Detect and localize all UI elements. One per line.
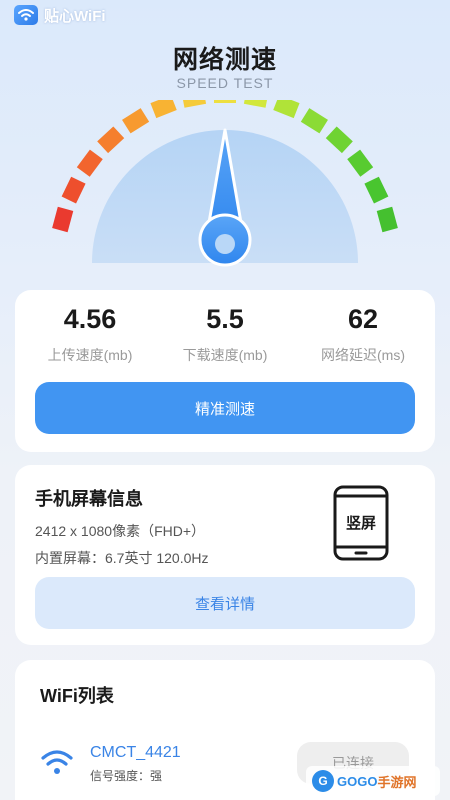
gauge-segment [347,149,374,177]
latency-stat: 62 网络延迟(ms) [293,304,433,365]
orientation-label: 竖屏 [346,514,376,532]
download-speed-value: 5.5 [206,304,244,334]
gauge-segment [150,100,177,119]
gauge-segment [214,100,236,103]
page-subtitle: SPEED TEST [176,75,274,91]
wifi-ssid: CMCT_4421 [90,744,181,761]
screen-size: 内置屏幕：6.7英寸 120.0Hz [35,550,209,566]
watermark-text-cn: 手游网 [377,774,417,790]
gauge-segment [325,126,353,154]
speed-result-card: 4.56 上传速度(mb) 5.5 下载速度(mb) 62 网络延迟(ms) 精… [15,290,435,452]
wifi-signal-strength: 信号强度：强 [90,769,163,783]
app-name: 贴心WiFi [44,7,106,25]
wifi-list-title: WiFi列表 [40,686,114,706]
precise-speed-test-button[interactable]: 精准测速 [35,382,415,434]
upload-speed-value: 4.56 [63,304,117,334]
gauge-segment [97,126,125,154]
gauge-segment [243,100,269,108]
download-stat: 5.5 下载速度(mb) [155,304,295,365]
watermark-badge-icon: G [312,770,334,792]
wifi-logo-icon [14,5,38,25]
gauge-segment [122,108,150,134]
app-header: 贴心WiFi [0,0,450,30]
view-details-button[interactable]: 查看详情 [35,577,415,629]
gauge-segment [61,176,86,204]
phone-portrait-icon: 竖屏 [333,485,389,561]
gauge-segment [273,100,300,119]
screen-resolution: 2412 x 1080像素（FHD+） [35,523,206,539]
screen-info-card: 手机屏幕信息 2412 x 1080像素（FHD+） 内置屏幕：6.7英寸 12… [15,465,435,645]
wifi-signal-icon [40,748,74,776]
watermark-logo: G GOGO 手游网 [306,766,440,796]
latency-label: 网络延迟(ms) [321,347,405,363]
speed-gauge [52,100,398,267]
gauge-segment [300,108,328,134]
gauge-segment [52,206,74,233]
upload-stat: 4.56 上传速度(mb) [20,304,160,365]
gauge-segment [181,100,207,108]
latency-value: 62 [347,304,379,334]
upload-speed-label: 上传速度(mb) [47,347,133,363]
screen-info-title: 手机屏幕信息 [35,489,143,509]
gauge-segment [364,176,389,204]
download-speed-label: 下载速度(mb) [182,347,268,363]
watermark-text: GOGO [337,773,378,789]
page-title: 网络测速 [172,46,277,74]
gauge-segment [376,206,398,233]
gauge-segment [76,149,103,177]
